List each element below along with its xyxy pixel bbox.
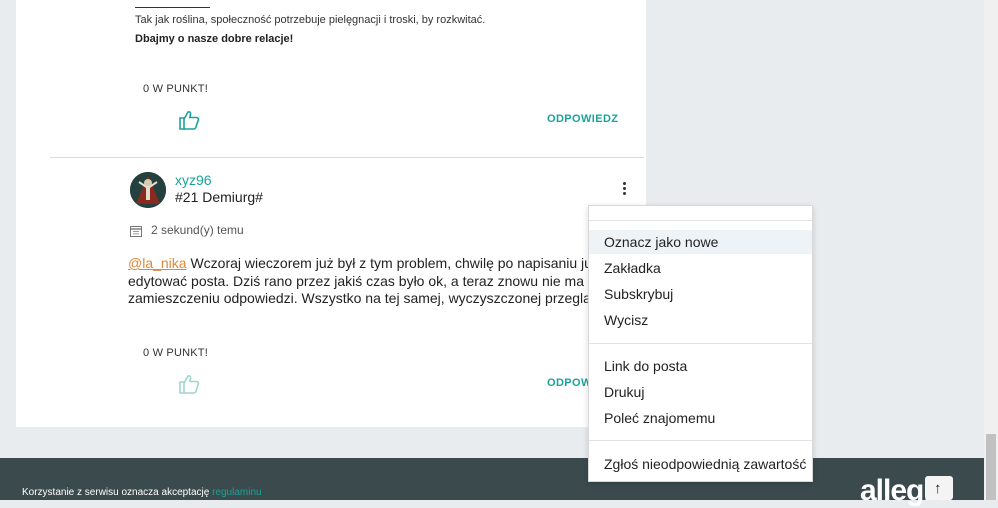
signature-bold-text: Dbajmy o nasze dobre relacje!	[135, 33, 294, 45]
post-divider	[50, 157, 644, 158]
post1-reply-button[interactable]: ODPOWIEDZ	[547, 113, 618, 125]
menu-item-recommend[interactable]: Poleć znajomemu	[589, 406, 812, 430]
signature-text: Tak jak roślina, społeczność potrzebuje …	[135, 14, 486, 26]
mention-link[interactable]: @la_nika	[128, 255, 187, 271]
footer: Korzystanie z serwisu oznacza akceptację…	[0, 458, 984, 507]
calendar-icon	[130, 224, 142, 242]
post1-thumbs-up-icon[interactable]	[178, 110, 200, 130]
post-options-menu: Oznacz jako nowe Zakładka Subskrybuj Wyc…	[588, 205, 813, 482]
scrollbar-thumb[interactable]	[986, 434, 996, 500]
post2-body: @la_nika Wczoraj wieczorem już był z tym…	[128, 255, 651, 308]
footer-text: Korzystanie z serwisu oznacza akceptację…	[22, 487, 262, 498]
post2-body-line1: Wczoraj wieczorem już był z tym problem,…	[186, 255, 641, 271]
signature-divider	[135, 7, 210, 8]
menu-item-label: Zgłoś nieodpowiednią zawartość	[604, 456, 807, 472]
menu-item-label: Poleć znajomemu	[604, 410, 716, 426]
post2-rank: #21 Demiurg#	[175, 189, 263, 205]
scrollbar[interactable]	[984, 0, 998, 500]
menu-item-mute[interactable]: Wycisz	[589, 308, 812, 332]
post2-reply-button[interactable]: ODPOW	[547, 377, 592, 389]
menu-item-post-link[interactable]: Link do posta	[589, 354, 812, 378]
menu-divider	[589, 440, 812, 441]
post2-thumbs-up-icon[interactable]	[178, 374, 200, 394]
post2-body-line3: zamieszczeniu odpowiedzi. Wszystko na te…	[128, 290, 630, 306]
menu-item-report[interactable]: Zgłoś nieodpowiednią zawartość	[589, 452, 812, 476]
post2-points: 0 W PUNKT!	[143, 347, 208, 359]
post2-body-line2: edytować posta. Dziś rano przez jakiś cz…	[128, 272, 651, 289]
post2-date: 2 sekund(y) temu	[151, 223, 244, 237]
menu-item-label: Zakładka	[604, 260, 661, 276]
post1-points: 0 W PUNKT!	[143, 83, 208, 95]
menu-item-subscribe[interactable]: Subskrybuj	[589, 282, 812, 306]
kebab-menu-icon[interactable]	[618, 181, 630, 199]
avatar[interactable]	[130, 172, 166, 208]
post-card: Tak jak roślina, społeczność potrzebuje …	[16, 0, 651, 427]
menu-divider	[589, 220, 812, 221]
footer-regulations-link[interactable]: regulaminu	[212, 487, 261, 498]
menu-item-label: Wycisz	[604, 312, 649, 328]
footer-text-label: Korzystanie z serwisu oznacza akceptację	[22, 487, 213, 498]
menu-item-label: Drukuj	[604, 384, 645, 400]
menu-divider	[589, 343, 812, 344]
menu-item-label: Link do posta	[604, 358, 688, 374]
menu-item-label: Subskrybuj	[604, 286, 674, 302]
menu-item-label: Oznacz jako nowe	[604, 234, 719, 250]
menu-item-mark-new[interactable]: Oznacz jako nowe	[589, 230, 812, 254]
menu-item-print[interactable]: Drukuj	[589, 380, 812, 404]
post2-username[interactable]: xyz96	[175, 172, 212, 188]
scroll-to-top-button[interactable]	[925, 476, 953, 500]
menu-item-bookmark[interactable]: Zakładka	[589, 256, 812, 280]
